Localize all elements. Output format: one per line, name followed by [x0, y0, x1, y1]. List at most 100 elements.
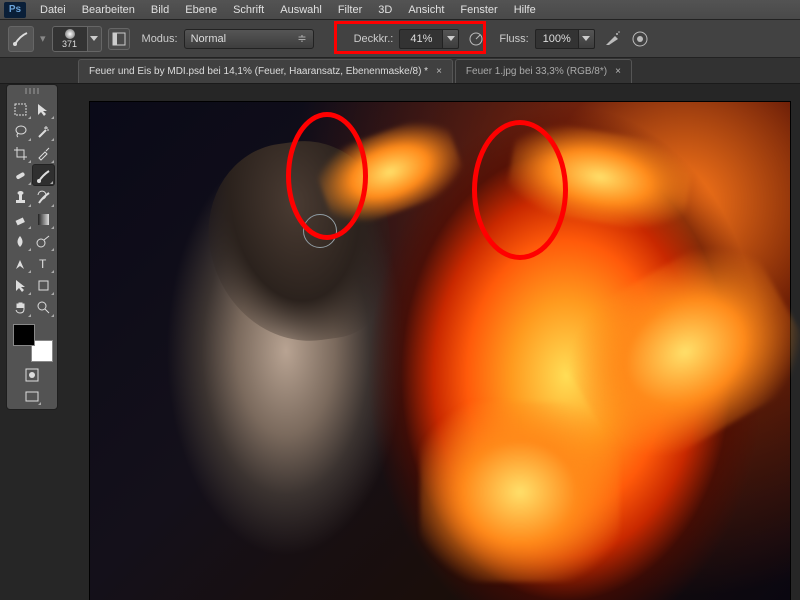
- modus-label: Modus:: [142, 33, 178, 45]
- mask-icon: [25, 368, 39, 382]
- svg-text:T: T: [39, 257, 47, 271]
- eraser-icon: [13, 212, 28, 227]
- fluss-label: Fluss:: [499, 33, 528, 45]
- menu-ansicht[interactable]: Ansicht: [400, 4, 452, 16]
- path-select-icon: [13, 278, 28, 293]
- menu-datei[interactable]: Datei: [32, 4, 74, 16]
- wand-icon: [36, 124, 51, 139]
- move-icon: [36, 102, 51, 117]
- tool-heal[interactable]: [9, 164, 32, 186]
- workspace: T: [0, 84, 800, 600]
- tablet-pressure-icon: [467, 30, 485, 48]
- modus-dropdown[interactable]: Normal ≑: [184, 29, 314, 49]
- eyedropper-icon: [36, 146, 51, 161]
- tool-eraser[interactable]: [9, 208, 32, 230]
- annotation-ellipse-left: [286, 112, 368, 240]
- menu-ebene[interactable]: Ebene: [177, 4, 225, 16]
- tool-marquee[interactable]: [9, 98, 32, 120]
- flow-field[interactable]: 100%: [535, 29, 579, 49]
- tool-brush[interactable]: [32, 164, 55, 186]
- tab-active-document[interactable]: Feuer und Eis by MDI.psd bei 14,1% (Feue…: [78, 59, 453, 83]
- tool-pen[interactable]: [9, 252, 32, 274]
- panel-icon: [112, 32, 126, 46]
- menu-hilfe[interactable]: Hilfe: [506, 4, 544, 16]
- quick-mask-toggle[interactable]: [22, 366, 42, 384]
- menu-bild[interactable]: Bild: [143, 4, 177, 16]
- annotation-ellipse-right: [472, 120, 568, 260]
- tool-quick-select[interactable]: [32, 120, 55, 142]
- brush-dot-icon: [65, 29, 75, 39]
- tools-panel: T: [6, 84, 58, 410]
- shape-icon: [36, 278, 51, 293]
- modus-value: Normal: [191, 33, 226, 45]
- tool-eyedropper[interactable]: [32, 142, 55, 164]
- menu-schrift[interactable]: Schrift: [225, 4, 272, 16]
- airbrush-toggle[interactable]: [601, 28, 623, 50]
- marquee-icon: [13, 102, 28, 117]
- close-icon[interactable]: ×: [615, 66, 621, 77]
- chevron-down-icon: [90, 36, 98, 41]
- menu-filter[interactable]: Filter: [330, 4, 370, 16]
- close-icon[interactable]: ×: [436, 66, 442, 77]
- pen-icon: [13, 256, 28, 271]
- hand-icon: [13, 300, 28, 315]
- history-brush-icon: [36, 190, 51, 205]
- lasso-icon: [13, 124, 28, 139]
- tab-inactive-document[interactable]: Feuer 1.jpg bei 33,3% (RGB/8*) ×: [455, 59, 632, 83]
- screen-mode-toggle[interactable]: [22, 388, 42, 406]
- menu-bar: Ps Datei Bearbeiten Bild Ebene Schrift A…: [0, 0, 800, 20]
- brush-preset-dropdown[interactable]: [88, 26, 102, 52]
- tool-type[interactable]: T: [32, 252, 55, 274]
- tool-stamp[interactable]: [9, 186, 32, 208]
- tool-zoom[interactable]: [32, 296, 55, 318]
- crop-icon: [13, 146, 28, 161]
- pressure-opacity-toggle[interactable]: [465, 28, 487, 50]
- chevron-down-icon: [447, 36, 455, 41]
- opacity-field[interactable]: 41%: [399, 29, 443, 49]
- tool-crop[interactable]: [9, 142, 32, 164]
- tool-path-select[interactable]: [9, 274, 32, 296]
- brush-panel-toggle[interactable]: [108, 28, 130, 50]
- panel-grabber[interactable]: [9, 88, 55, 96]
- menu-3d[interactable]: 3D: [370, 4, 400, 16]
- image-content: [420, 402, 620, 582]
- brush-size-value: 371: [62, 39, 77, 49]
- tab-label: Feuer und Eis by MDI.psd bei 14,1% (Feue…: [89, 66, 428, 77]
- color-swatches[interactable]: [13, 324, 53, 362]
- tool-lasso[interactable]: [9, 120, 32, 142]
- tool-preset-picker[interactable]: [8, 26, 34, 52]
- heal-icon: [13, 168, 28, 183]
- blur-icon: [13, 234, 28, 249]
- gradient-icon: [36, 212, 51, 227]
- airbrush-icon: [603, 30, 621, 48]
- menu-fenster[interactable]: Fenster: [452, 4, 505, 16]
- tool-gradient[interactable]: [32, 208, 55, 230]
- tab-label: Feuer 1.jpg bei 33,3% (RGB/8*): [466, 66, 607, 77]
- opacity-dropdown[interactable]: [443, 29, 459, 49]
- document-tabs: Feuer und Eis by MDI.psd bei 14,1% (Feue…: [0, 58, 800, 84]
- dodge-icon: [36, 234, 51, 249]
- chevron-down-icon: [582, 36, 590, 41]
- tool-hand[interactable]: [9, 296, 32, 318]
- tool-move[interactable]: [32, 98, 55, 120]
- tablet-size-icon: [631, 30, 649, 48]
- tool-history-brush[interactable]: [32, 186, 55, 208]
- foreground-color-swatch[interactable]: [13, 324, 35, 346]
- brush-icon: [12, 30, 30, 48]
- type-icon: T: [36, 256, 51, 271]
- deckkr-label: Deckkr.:: [354, 33, 394, 45]
- flow-dropdown[interactable]: [579, 29, 595, 49]
- screen-icon: [25, 390, 39, 404]
- stamp-icon: [13, 190, 28, 205]
- tool-shape[interactable]: [32, 274, 55, 296]
- document-image: [90, 102, 790, 600]
- brush-preset-picker[interactable]: 371: [52, 26, 88, 52]
- canvas-area[interactable]: [78, 84, 800, 600]
- pressure-size-toggle[interactable]: [629, 28, 651, 50]
- menu-bearbeiten[interactable]: Bearbeiten: [74, 4, 143, 16]
- brush-icon: [36, 168, 51, 183]
- menu-auswahl[interactable]: Auswahl: [272, 4, 330, 16]
- tool-dodge[interactable]: [32, 230, 55, 252]
- tool-blur[interactable]: [9, 230, 32, 252]
- options-bar: ▾ 371 Modus: Normal ≑ Deckkr.: 41% Fluss…: [0, 20, 800, 58]
